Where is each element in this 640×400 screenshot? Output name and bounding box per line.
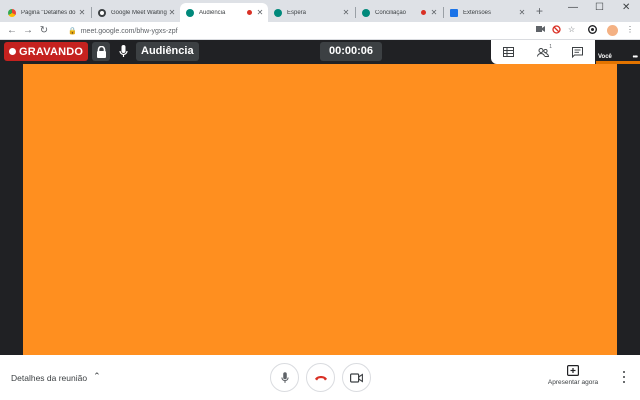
meet-icon [362,8,370,17]
tab-title: Audiência [199,9,226,16]
tab-audiencia[interactable]: Audiência ✕ [180,3,268,22]
self-video-tile[interactable]: Você ••• [596,40,640,64]
tab-espera[interactable]: Espera ✕ [268,3,354,22]
microphone-toggle-button[interactable] [270,363,299,392]
chrome-rainbow-icon [8,8,16,17]
tab-title: Google Meet Waiting [111,9,167,16]
browser-toolbar: ← → ↻ 🔒 meet.google.com/bhw-ygxs-zpf ☆ ⋮ [0,22,640,40]
microphone-icon [113,42,133,61]
tab-title: Página "Detalhes do [21,9,76,16]
meeting-details-label: Detalhes da reunião [11,372,88,383]
hang-up-button[interactable] [306,363,335,392]
camera-toggle-button[interactable] [342,363,371,392]
close-icon[interactable]: ✕ [342,8,350,17]
grid-icon [502,47,514,57]
window-close-button[interactable]: ✕ [622,2,630,13]
recording-dot-icon [9,48,16,55]
participants-count: 1 [549,44,552,50]
close-icon[interactable]: ✕ [78,8,86,17]
new-tab-button[interactable]: + [536,4,543,18]
self-name: Você [598,54,612,60]
blocked-icon[interactable] [552,25,561,36]
profile-avatar[interactable] [607,25,618,36]
tab-title: Espera [287,9,307,16]
lock-icon[interactable]: 🔒 [68,27,77,35]
recording-indicator-icon [247,10,252,15]
puzzle-icon [450,8,458,17]
meet-bottom-bar: Detalhes da reunião ⌃ Apresentar agora [0,355,640,400]
tab-title: Extensões [463,9,492,16]
meet-icon [274,8,282,17]
bookmark-star-icon[interactable]: ☆ [568,25,575,34]
extension-icon[interactable] [588,25,597,36]
tab-conciliacao[interactable]: Conciliação ✕ [356,3,442,22]
close-icon[interactable]: ✕ [430,8,438,17]
details-grid-button[interactable] [498,42,518,62]
url-text: meet.google.com/bhw-ygxs-zpf [80,27,178,35]
browser-tab-strip: Página "Detalhes do ✕ Google Meet Waitin… [0,0,640,22]
minimize-button[interactable]: — [568,2,578,13]
close-icon[interactable]: ✕ [168,8,176,17]
meeting-panel-buttons: 1 [491,40,595,64]
meeting-title: Audiência [136,42,199,61]
chat-button[interactable] [568,42,588,62]
maximize-button[interactable]: ☐ [595,2,604,13]
reload-icon[interactable]: ↻ [38,24,50,38]
meeting-details-button[interactable]: Detalhes da reunião ⌃ [11,355,101,400]
recording-label: GRAVANDO [19,45,84,58]
participants-button[interactable]: 1 [533,42,553,62]
tab-detalhes[interactable]: Página "Detalhes do ✕ [2,3,90,22]
address-bar[interactable]: 🔒 meet.google.com/bhw-ygxs-zpf [68,24,528,38]
main-video-feed [23,64,617,355]
tab-title: Conciliação [375,9,407,16]
camera-icon [350,372,363,383]
chat-icon [572,46,584,58]
meet-icon [186,8,194,17]
video-stage [0,64,640,355]
recording-indicator-icon [421,10,426,15]
microphone-icon [280,371,289,383]
tab-extensoes[interactable]: Extensões ✕ [444,3,530,22]
more-options-icon[interactable]: ••• [633,54,638,61]
more-options-icon[interactable] [619,371,629,383]
tab-google-meet-waiting[interactable]: Google Meet Waiting ✕ [92,3,180,22]
meet-icon [98,8,106,17]
back-arrow-icon[interactable]: ← [6,24,18,38]
hang-up-phone-icon [314,376,327,381]
people-icon [536,47,549,57]
meeting-lock-icon [92,42,110,61]
forward-arrow-icon[interactable]: → [22,24,34,38]
recording-badge: GRAVANDO [4,42,88,61]
close-icon[interactable]: ✕ [256,8,264,17]
present-now-button[interactable]: Apresentar agora [540,365,606,386]
present-screen-icon [567,365,579,376]
menu-kebab-icon[interactable]: ⋮ [626,25,634,34]
camera-indicator-icon[interactable] [536,25,545,35]
close-icon[interactable]: ✕ [518,8,526,17]
present-now-label: Apresentar agora [547,379,599,386]
recording-timer: 00:00:06 [320,42,382,61]
chevron-up-icon: ⌃ [93,371,101,381]
